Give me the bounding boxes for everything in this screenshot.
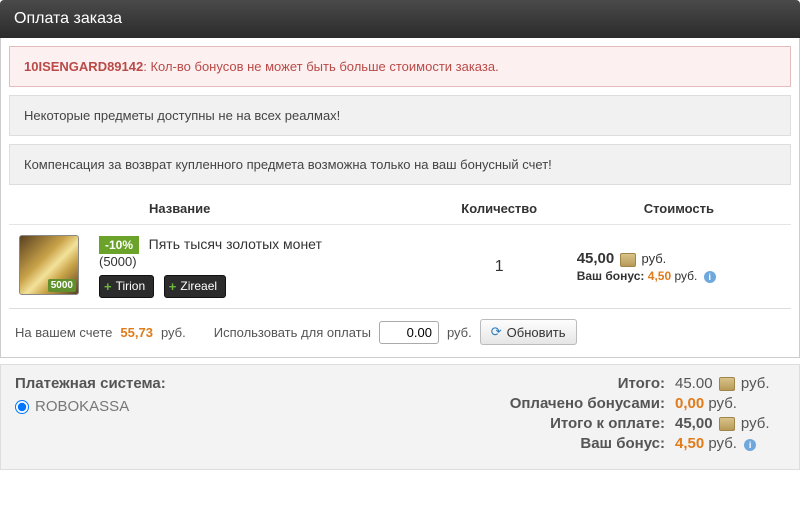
col-cost: Стоимость: [567, 193, 791, 225]
total-label: Итого:: [475, 375, 665, 392]
unit: руб.: [708, 435, 737, 452]
info-icon[interactable]: i: [744, 439, 756, 451]
paid-bonus-label: Оплачено бонусами:: [475, 395, 665, 412]
error-code: 10ISENGARD89142: [24, 59, 143, 74]
coin-icon: [620, 253, 636, 267]
refresh-label: Обновить: [507, 325, 566, 340]
panel-body: 10ISENGARD89142: Кол-во бонусов не может…: [0, 38, 800, 358]
notice-refund: Компенсация за возврат купленного предме…: [9, 144, 791, 185]
realm-label: Zireael: [180, 279, 217, 293]
plus-icon: +: [104, 279, 112, 294]
realm-button-zireael[interactable]: + Zireael: [164, 275, 226, 298]
input-unit: руб.: [447, 325, 472, 340]
item-icon-badge: 5000: [48, 279, 76, 292]
discount-badge: -10%: [99, 236, 139, 254]
page-title: Оплата заказа: [14, 10, 122, 27]
unit: руб.: [741, 375, 770, 392]
coin-icon: [719, 377, 735, 391]
payment-system-name: ROBOKASSA: [35, 398, 129, 415]
paid-bonus-value: 0,00: [675, 395, 704, 412]
coin-icon: [719, 417, 735, 431]
bonus-value: 4,50: [648, 269, 671, 283]
summary-panel: Платежная система: ROBOKASSA Итого: 45.0…: [0, 364, 800, 470]
bonus-amount-input[interactable]: [379, 321, 439, 344]
col-name: Название: [89, 193, 432, 225]
bonus-unit: руб.: [674, 269, 697, 283]
item-subtitle: (5000): [99, 254, 422, 269]
to-pay-label: Итого к оплате:: [475, 415, 665, 432]
realm-button-tirion[interactable]: + Tirion: [99, 275, 154, 298]
your-bonus-value: 4,50: [675, 435, 704, 452]
total-value: 45.00: [675, 375, 713, 392]
refresh-button[interactable]: ⟳ Обновить: [480, 319, 577, 345]
error-message: : Кол-во бонусов не может быть больше ст…: [143, 59, 498, 74]
item-title: Пять тысяч золотых монет: [149, 236, 322, 252]
order-table: Название Количество Стоимость 5000 -10% …: [9, 193, 791, 308]
col-qty: Количество: [432, 193, 567, 225]
unit: руб.: [708, 395, 737, 412]
bonus-label: Ваш бонус:: [577, 269, 645, 283]
plus-icon: +: [169, 279, 177, 294]
balance-value: 55,73: [120, 325, 153, 340]
refresh-icon: ⟳: [491, 324, 502, 340]
info-icon[interactable]: i: [704, 271, 716, 283]
realm-label: Tirion: [116, 279, 146, 293]
notice-realms: Некоторые предметы доступны не на всех р…: [9, 95, 791, 136]
to-pay-value: 45,00: [675, 415, 713, 432]
your-bonus-label: Ваш бонус:: [475, 435, 665, 452]
balance-unit: руб.: [161, 325, 186, 340]
item-qty: 1: [432, 225, 567, 309]
balance-label: На вашем счете: [15, 325, 112, 340]
price-unit: руб.: [642, 251, 667, 266]
error-alert: 10ISENGARD89142: Кол-во бонусов не может…: [9, 46, 791, 87]
use-bonus-bar: На вашем счете 55,73 руб. Использовать д…: [9, 308, 791, 349]
item-price: 45,00: [577, 250, 615, 267]
use-label: Использовать для оплаты: [214, 325, 371, 340]
payment-system-radio[interactable]: [15, 400, 29, 414]
item-icon: 5000: [19, 235, 79, 295]
unit: руб.: [741, 415, 770, 432]
table-row: 5000 -10% Пять тысяч золотых монет (5000…: [9, 225, 791, 309]
panel-header: Оплата заказа: [0, 0, 800, 38]
payment-system-label: Платежная система:: [15, 375, 475, 392]
